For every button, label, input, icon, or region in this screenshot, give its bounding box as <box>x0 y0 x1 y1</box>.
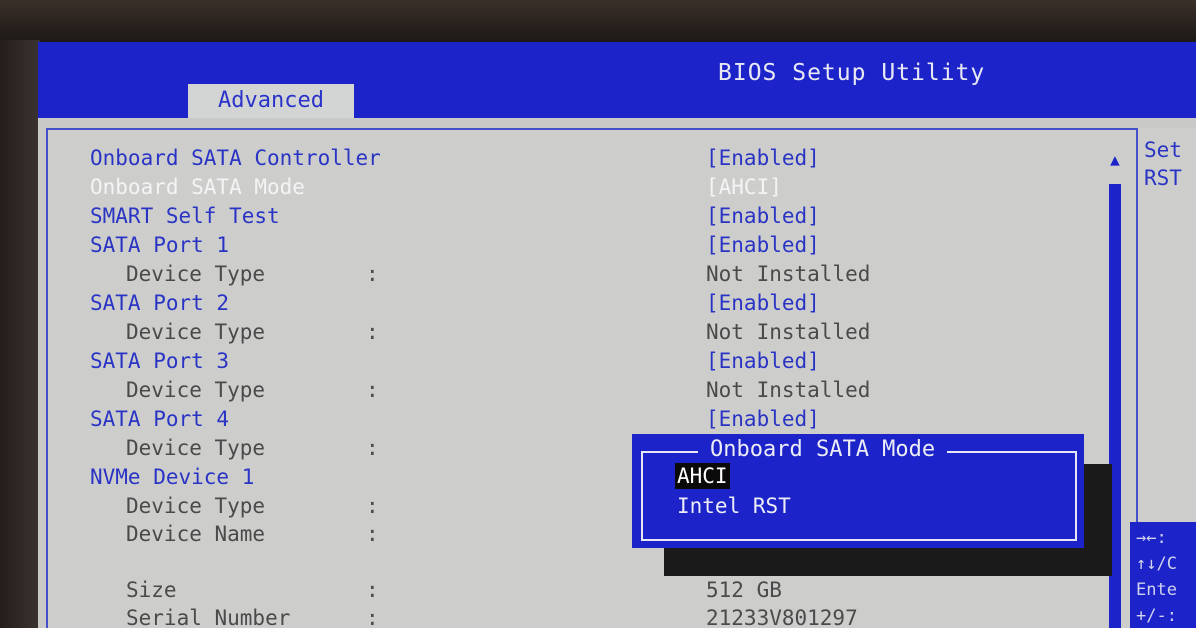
setting-row[interactable]: SATA Port 3 [Enabled] <box>48 347 1138 375</box>
title-bar: BIOS Setup Utility Advanced <box>38 42 1196 118</box>
setting-label: SATA Port 1 <box>90 233 230 257</box>
setting-row[interactable]: SATA Port 4 [Enabled] <box>48 405 1138 433</box>
setting-label: Size <box>126 578 177 602</box>
app-title: BIOS Setup Utility <box>718 60 986 86</box>
setting-label: Device Type <box>126 494 266 518</box>
monitor-bezel-left <box>0 40 40 628</box>
setting-label: SATA Port 4 <box>90 407 230 431</box>
setting-label: Device Type <box>126 378 266 402</box>
setting-value: 21233V801297 <box>706 606 858 628</box>
setting-label: NVMe Device 1 <box>90 465 255 489</box>
popup-option-ahci[interactable]: AHCI <box>675 463 730 489</box>
setting-value: Not Installed <box>706 378 871 402</box>
scroll-up-icon[interactable]: ▲ <box>1106 150 1124 170</box>
help-line: Set <box>1144 138 1182 162</box>
colon-separator: : <box>366 320 379 344</box>
setting-value[interactable]: [Enabled] <box>706 202 820 230</box>
colon-separator: : <box>366 522 379 546</box>
key-hint: →←: <box>1136 528 1167 548</box>
setting-label: Device Type <box>126 436 266 460</box>
setting-label: Device Name <box>126 522 266 546</box>
key-hint: Ente <box>1136 580 1177 600</box>
setting-row[interactable]: Onboard SATA Controller [Enabled] <box>48 144 1138 172</box>
setting-value[interactable]: [Enabled] <box>706 231 820 259</box>
popup-frame: AHCI Intel RST <box>641 451 1077 541</box>
setting-label: Onboard SATA Controller <box>90 146 381 170</box>
info-row: Device Type: Not Installed <box>48 376 1138 404</box>
setting-value: 512 GB <box>706 578 782 602</box>
setting-value[interactable]: [Enabled] <box>706 347 820 375</box>
popup-option-intel-rst[interactable]: Intel RST <box>677 493 791 519</box>
setting-label: Device Type <box>126 320 266 344</box>
setting-row[interactable]: SATA Port 2 [Enabled] <box>48 289 1138 317</box>
setting-value: Not Installed <box>706 320 871 344</box>
setting-label: Onboard SATA Mode <box>90 175 305 199</box>
key-hint: +/-: <box>1136 606 1177 626</box>
setting-row[interactable]: SMART Self Test [Enabled] <box>48 202 1138 230</box>
setting-row[interactable]: Onboard SATA Mode [AHCI] <box>48 173 1138 201</box>
setting-row[interactable]: SATA Port 1 [Enabled] <box>48 231 1138 259</box>
key-hints: →←: ↑↓/C Ente +/-: <box>1130 522 1196 628</box>
colon-separator: : <box>366 378 379 402</box>
setting-label: SMART Self Test <box>90 204 280 228</box>
colon-separator: : <box>366 262 379 286</box>
info-row: Serial Number: 21233V801297 <box>48 604 1138 628</box>
colon-separator: : <box>366 606 379 628</box>
help-line: RST <box>1144 166 1182 190</box>
setting-value[interactable]: [Enabled] <box>706 289 820 317</box>
info-row: Device Type: Not Installed <box>48 260 1138 288</box>
popup-title: Onboard SATA Mode <box>698 437 948 463</box>
setting-value[interactable]: [Enabled] <box>706 144 820 172</box>
monitor-bezel-top <box>0 0 1196 44</box>
info-row: Size: 512 GB <box>48 576 1138 604</box>
setting-value[interactable]: [AHCI] <box>706 173 782 201</box>
setting-value: Not Installed <box>706 262 871 286</box>
key-hint: ↑↓/C <box>1136 554 1177 574</box>
setting-label: SATA Port 2 <box>90 291 230 315</box>
bios-screen: BIOS Setup Utility Advanced Onboard SATA… <box>38 42 1196 628</box>
colon-separator: : <box>366 578 379 602</box>
setting-label: Device Type <box>126 262 266 286</box>
setting-label: SATA Port 3 <box>90 349 230 373</box>
colon-separator: : <box>366 494 379 518</box>
setting-value[interactable]: [Enabled] <box>706 405 820 433</box>
colon-separator: : <box>366 436 379 460</box>
tab-advanced[interactable]: Advanced <box>188 84 354 118</box>
sata-mode-popup: AHCI Intel RST Onboard SATA Mode <box>632 434 1084 548</box>
info-row: Device Type: Not Installed <box>48 318 1138 346</box>
setting-label: Serial Number <box>126 606 291 628</box>
